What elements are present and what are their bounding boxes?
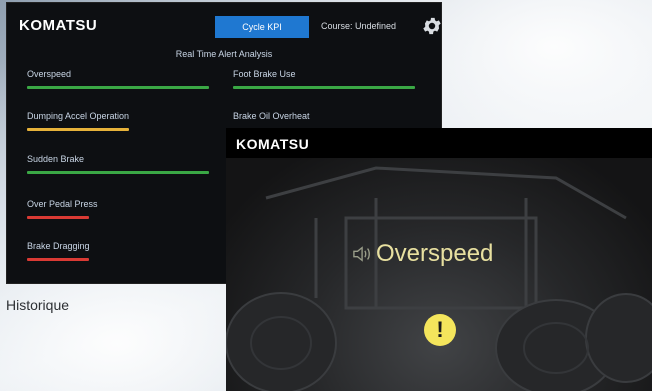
alert-foot-brake-use[interactable]: Foot Brake Use: [233, 69, 415, 89]
alert-label: Dumping Accel Operation: [27, 111, 130, 121]
dashboard-header: KOMATSU Cycle KPI Course: Undefined: [7, 3, 441, 47]
alert-message-text: Overspeed: [376, 240, 494, 267]
alert-overspeed[interactable]: Overspeed: [27, 69, 209, 89]
alert-status-bar: [233, 86, 415, 89]
alert-status-bar: [27, 216, 89, 219]
alert-brake-dragging[interactable]: Brake Dragging: [27, 241, 90, 261]
alert-status-bar: [27, 128, 129, 131]
alert-message: Overspeed: [352, 240, 493, 268]
alert-over-pedal-press[interactable]: Over Pedal Press: [27, 199, 98, 219]
alert-label: Overspeed: [27, 69, 72, 79]
alert-label: Brake Dragging: [27, 241, 90, 251]
alert-screen: KOMATSU Overspeed !: [226, 128, 652, 391]
mining-truck-image: [226, 166, 652, 391]
alert-status-bar: [27, 86, 209, 89]
cycle-kpi-button[interactable]: Cycle KPI: [215, 16, 309, 38]
komatsu-logo: KOMATSU: [19, 17, 98, 34]
caption-historique: Historique: [6, 297, 70, 313]
speaker-icon[interactable]: [352, 244, 374, 264]
alert-label: Over Pedal Press: [27, 199, 98, 209]
alert-label: Foot Brake Use: [233, 69, 296, 79]
alert-label: Sudden Brake: [27, 154, 85, 164]
alert-sudden-brake[interactable]: Sudden Brake: [27, 154, 209, 174]
course-status: Course: Undefined: [321, 21, 397, 31]
alert-screen-header: KOMATSU: [226, 128, 652, 158]
alert-analysis-title: Real Time Alert Analysis: [175, 49, 273, 59]
gear-icon[interactable]: [421, 15, 443, 37]
alert-dumping-accel-operation[interactable]: Dumping Accel Operation: [27, 111, 129, 131]
alert-status-bar: [27, 258, 89, 261]
komatsu-logo: KOMATSU: [236, 136, 310, 152]
alert-label: Brake Oil Overheat: [233, 111, 310, 121]
exclamation-icon: !: [424, 314, 456, 346]
alert-status-bar: [27, 171, 209, 174]
